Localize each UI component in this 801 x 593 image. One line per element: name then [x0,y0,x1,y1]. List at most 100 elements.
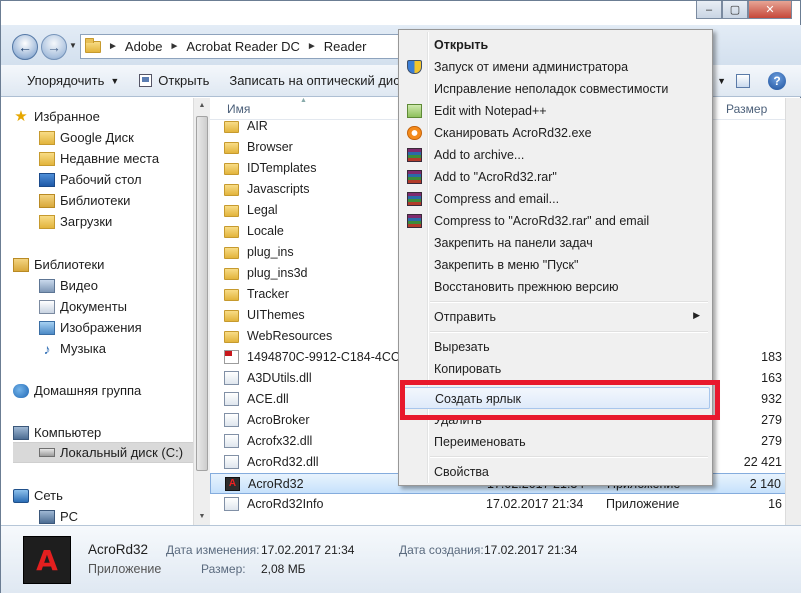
video-library-icon [39,278,55,293]
menu-item-add-rar[interactable]: Add to "AcroRd32.rar" [401,166,710,188]
dll-file-icon [224,455,239,469]
navigation-pane: ★ Избранное Google Диск Недавние места Р… [1,98,209,525]
open-button[interactable]: Открыть [129,65,219,96]
scroll-thumb[interactable] [196,116,208,471]
menu-item-scan[interactable]: Сканировать AcroRd32.exe [401,122,710,144]
dll-file-icon [224,371,239,385]
navigation-scrollbar[interactable]: ▲ ▼ [193,98,210,525]
folder-icon [224,331,239,343]
nav-label: Компьютер [34,425,102,440]
menu-item-notepad[interactable]: Edit with Notepad++ [401,100,710,122]
nav-homegroup[interactable]: Домашняя группа [13,380,141,401]
breadcrumb-acrobat[interactable]: Acrobat Reader DC [186,39,299,54]
file-size: 932 [761,392,782,406]
folder-icon [224,268,239,280]
recent-places-icon [39,151,55,166]
maximize-button[interactable]: ▢ [722,1,748,19]
nav-favorites[interactable]: ★ Избранное [13,106,100,127]
help-icon[interactable]: ? [768,72,786,90]
burn-button[interactable]: Записать на оптический диск [219,65,415,96]
menu-item-pin-taskbar[interactable]: Закрепить на панели задач [401,232,710,254]
nav-label: Видео [60,278,98,293]
computer-icon [13,425,29,440]
folder-icon [224,163,239,175]
menu-item-compatibility[interactable]: Исправление неполадок совместимости [401,78,710,100]
folder-icon [224,142,239,154]
column-name-header[interactable]: Имя [227,102,250,116]
forward-button[interactable]: → [41,34,67,60]
nav-pc[interactable]: PC [39,506,78,525]
nav-label: Библиотеки [34,257,105,272]
scroll-down-icon[interactable]: ▼ [194,509,210,525]
nav-music[interactable]: ♪ Музыка [39,338,106,359]
chevron-right-icon[interactable]: ► [170,41,180,52]
nav-desktop[interactable]: Рабочий стол [39,169,142,190]
nav-google-drive[interactable]: Google Диск [39,127,134,148]
burn-label: Записать на оптический диск [229,73,406,88]
menu-item-pin-start[interactable]: Закрепить в меню "Пуск" [401,254,710,276]
chevron-right-icon[interactable]: ► [108,41,118,52]
menu-item-rename[interactable]: Переименовать [401,431,710,453]
details-created-label: Дата создания: [399,543,484,557]
details-file-name: AcroRd32 [88,542,149,557]
file-name: plug_ins [247,245,294,259]
file-name: A3DUtils.dll [247,371,312,385]
breadcrumb-reader[interactable]: Reader [324,39,367,54]
table-row[interactable]: AcroRd32Info 17.02.2017 21:34 Приложение 16 [210,494,801,515]
back-button[interactable]: ← [12,34,38,60]
chevron-right-icon[interactable]: ► [307,41,317,52]
breadcrumb-adobe[interactable]: Adobe [125,39,163,54]
close-button[interactable]: ✕ [748,1,792,19]
chevron-down-icon[interactable]: ▼ [717,76,726,86]
preview-pane-icon[interactable] [736,74,750,88]
nav-recent-places[interactable]: Недавние места [39,148,159,169]
caption-buttons: – ▢ ✕ [696,1,792,19]
menu-item-compress-email[interactable]: Compress and email... [401,188,710,210]
uac-shield-icon [407,60,422,74]
dll-file-icon [224,434,239,448]
folder-icon [224,310,239,322]
menu-item-properties[interactable]: Свойства [401,461,710,483]
address-bar[interactable]: ► Adobe ► Acrobat Reader DC ► Reader [80,34,410,59]
nav-libraries[interactable]: Библиотеки [13,254,104,275]
nav-computer[interactable]: Компьютер [13,422,101,443]
history-dropdown[interactable]: ▼ [69,41,77,50]
acrobat-icon: A [225,477,240,491]
music-note-icon: ♪ [43,340,51,357]
scroll-up-icon[interactable]: ▲ [194,98,210,114]
menu-item-cut[interactable]: Вырезать [401,336,710,358]
menu-item-run-as-admin[interactable]: Запуск от имени администратора [401,56,710,78]
nav-downloads[interactable]: Загрузки [39,211,112,232]
column-size-header[interactable]: Размер [726,102,767,116]
details-size-value: 2,08 МБ [261,562,306,576]
nav-images[interactable]: Изображения [39,317,142,338]
file-size: 279 [761,413,782,427]
folder-icon [85,37,101,53]
file-name: AcroRd32Info [247,497,324,511]
nav-video[interactable]: Видео [39,275,98,296]
file-name: Javascripts [247,182,310,196]
file-name: AcroRd32 [248,477,304,491]
nav-label: Музыка [60,341,106,356]
nav-libraries-favorite[interactable]: Библиотеки [39,190,130,211]
menu-item-send-to[interactable]: Отправить ▶ [401,306,710,328]
file-size: 163 [761,371,782,385]
nav-documents[interactable]: Документы [39,296,127,317]
organize-button[interactable]: Упорядочить ▼ [17,65,129,96]
file-name: WebResources [247,329,333,343]
menu-separator [430,331,708,333]
exe-file-icon [224,413,239,427]
organize-label: Упорядочить [27,73,105,88]
nav-network[interactable]: Сеть [13,485,63,506]
menu-item-open[interactable]: Открыть [401,34,710,56]
menu-item-add-archive[interactable]: Add to archive... [401,144,710,166]
nav-label: Локальный диск (C:) [60,445,184,460]
menu-item-compress-rar-email[interactable]: Compress to "AcroRd32.rar" and email [401,210,710,232]
minimize-button[interactable]: – [696,1,722,19]
file-name: plug_ins3d [247,266,308,280]
nav-label: Загрузки [60,214,113,229]
nav-local-disk[interactable]: Локальный диск (C:) [13,442,198,463]
menu-item-copy[interactable]: Копировать [401,358,710,380]
menu-item-restore[interactable]: Восстановить прежнюю версию [401,276,710,298]
file-list-scrollbar[interactable] [785,98,801,525]
